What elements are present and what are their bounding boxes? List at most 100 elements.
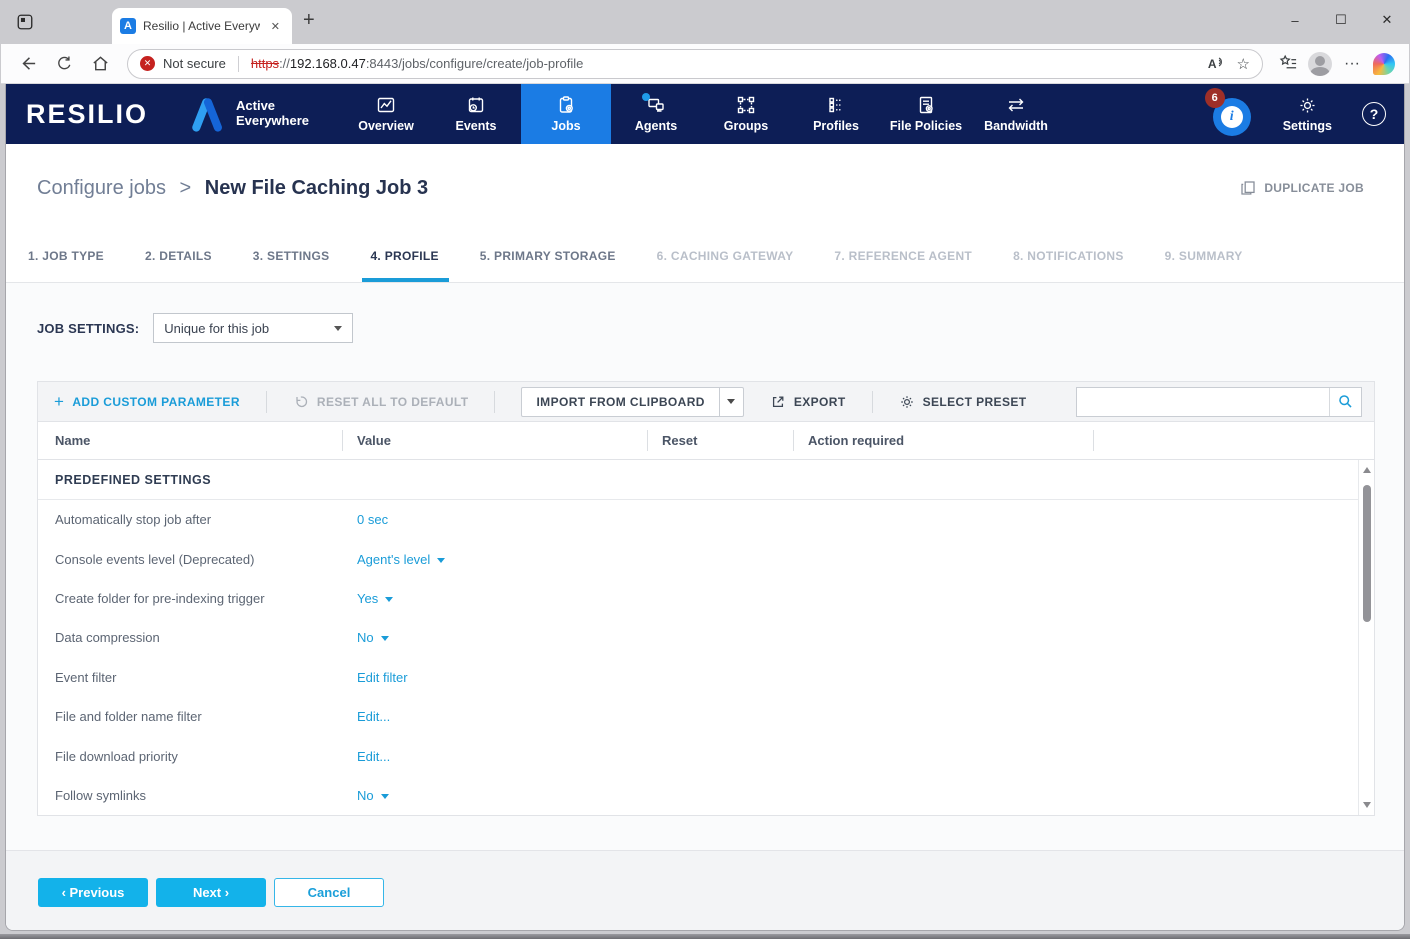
export-button[interactable]: EXPORT: [770, 394, 846, 410]
avatar-icon: [1308, 52, 1332, 76]
address-bar[interactable]: ✕ Not secure https://192.168.0.47:8443/j…: [127, 49, 1263, 79]
step-job-type[interactable]: 1. JOB TYPE: [28, 230, 104, 282]
maximize-button[interactable]: ☐: [1318, 0, 1364, 40]
parameter-value-cell: No: [342, 788, 1374, 803]
read-aloud-icon[interactable]: A: [1208, 57, 1225, 71]
profiles-icon: [826, 95, 846, 115]
favorites-bar-icon[interactable]: [1275, 51, 1301, 77]
step-primary-storage[interactable]: 5. PRIMARY STORAGE: [480, 230, 616, 282]
breadcrumb: Configure jobs > New File Caching Job 3: [37, 177, 428, 200]
toolbar-divider: [872, 391, 873, 413]
navbar-right: 6 i Settings ?: [1209, 90, 1404, 138]
tab-close-icon[interactable]: ✕: [267, 18, 284, 35]
column-header-reset: Reset: [647, 422, 793, 459]
address-bar-actions: A ☆: [1208, 55, 1250, 73]
next-button[interactable]: Next ›: [156, 878, 266, 907]
resilio-logo: RESILIO: [26, 99, 148, 130]
nav-item-events[interactable]: Events: [431, 84, 521, 144]
reset-all-button: RESET ALL TO DEFAULT: [293, 394, 469, 410]
refresh-icon[interactable]: [49, 49, 79, 79]
step-summary: 9. SUMMARY: [1165, 230, 1243, 282]
step-profile[interactable]: 4. PROFILE: [370, 230, 438, 282]
parameter-value-cell: Agent's level: [342, 552, 1374, 567]
notifications-button[interactable]: 6 i: [1209, 90, 1253, 138]
wizard-footer: ‹ Previous Next › Cancel: [6, 850, 1404, 930]
nav-item-settings[interactable]: Settings: [1283, 95, 1332, 133]
back-icon[interactable]: [13, 49, 43, 79]
previous-button[interactable]: ‹ Previous: [38, 878, 148, 907]
resilio-favicon-icon: A: [120, 18, 136, 34]
nav-item-overview[interactable]: Overview: [341, 84, 431, 144]
step-reference-agent: 7. REFERENCE AGENT: [834, 230, 972, 282]
new-tab-button[interactable]: +: [303, 9, 315, 32]
nav-item-bandwidth[interactable]: Bandwidth: [971, 84, 1061, 144]
parameter-value-link[interactable]: Yes: [357, 591, 393, 606]
parameter-value-link[interactable]: Edit...: [357, 709, 390, 724]
table-body-rows: Automatically stop job after0 secConsole…: [38, 500, 1374, 815]
parameter-name: Follow symlinks: [38, 788, 342, 803]
active-everywhere-mark-icon: [188, 96, 228, 132]
scroll-up-icon[interactable]: [1363, 467, 1371, 473]
overview-icon: [376, 95, 396, 115]
not-secure-label[interactable]: Not secure: [163, 56, 226, 71]
dropdown-caret-icon: [437, 558, 445, 563]
url-host: 192.168.0.47: [290, 56, 366, 71]
nav-item-file-policies[interactable]: File Policies: [881, 84, 971, 144]
import-dropdown-button[interactable]: [719, 388, 743, 416]
minimize-button[interactable]: –: [1272, 0, 1318, 40]
duplicate-job-button[interactable]: DUPLICATE JOB: [1240, 180, 1364, 196]
dropdown-caret-icon: [381, 636, 389, 641]
favorite-star-icon[interactable]: ☆: [1237, 55, 1250, 73]
parameter-name: File download priority: [38, 749, 342, 764]
parameter-value-link[interactable]: Edit...: [357, 749, 390, 764]
select-caret-icon: [334, 326, 342, 331]
parameter-value-link[interactable]: Edit filter: [357, 670, 408, 685]
step-settings[interactable]: 3. SETTINGS: [253, 230, 330, 282]
jobs-icon: [556, 95, 576, 115]
copilot-icon[interactable]: [1371, 51, 1397, 77]
add-custom-parameter-button[interactable]: + ADD CUSTOM PARAMETER: [54, 393, 240, 410]
table-scrollbar[interactable]: [1358, 460, 1374, 815]
parameter-value-link[interactable]: 0 sec: [357, 512, 388, 527]
step-details[interactable]: 2. DETAILS: [145, 230, 212, 282]
profile-avatar[interactable]: [1307, 51, 1333, 77]
import-from-clipboard-button[interactable]: IMPORT FROM CLIPBOARD: [521, 387, 743, 417]
url-text[interactable]: https://192.168.0.47:8443/jobs/configure…: [251, 56, 1200, 71]
parameter-name: Data compression: [38, 630, 342, 645]
tab-actions-menu-icon[interactable]: [16, 13, 34, 31]
parameter-value-link[interactable]: Agent's level: [357, 552, 445, 567]
parameters-table: + ADD CUSTOM PARAMETER RESET ALL TO DEFA…: [37, 381, 1375, 816]
parameter-value-cell: Yes: [342, 591, 1374, 606]
browser-menu-icon[interactable]: ···: [1339, 51, 1365, 77]
parameter-name: Automatically stop job after: [38, 512, 342, 527]
parameter-value-link[interactable]: No: [357, 788, 389, 803]
select-preset-button[interactable]: SELECT PRESET: [899, 394, 1027, 410]
notification-badge: 6: [1205, 88, 1225, 108]
active-everywhere-label: Active Everywhere: [236, 99, 309, 129]
nav-item-jobs[interactable]: Jobs: [521, 84, 611, 144]
page-header: Configure jobs > New File Caching Job 3 …: [6, 144, 1404, 230]
page-title: New File Caching Job 3: [205, 177, 428, 199]
resilio-app: RESILIO Active Everywhere Overview: [5, 84, 1405, 931]
nav-item-profiles[interactable]: Profiles: [791, 84, 881, 144]
job-settings-select[interactable]: Unique for this job: [153, 313, 353, 343]
breadcrumb-parent[interactable]: Configure jobs: [37, 177, 166, 199]
home-icon[interactable]: [85, 49, 115, 79]
browser-tab[interactable]: A Resilio | Active Everywhere ✕: [112, 8, 292, 44]
nav-item-groups[interactable]: Groups: [701, 84, 791, 144]
dropdown-caret-icon: [385, 597, 393, 602]
file-policies-icon: [916, 95, 936, 115]
table-row: Event filterEdit filter: [38, 658, 1374, 697]
parameter-value-cell: Edit...: [342, 709, 1374, 724]
nav-item-agents[interactable]: Agents: [611, 84, 701, 144]
preset-gear-icon: [899, 394, 915, 410]
help-icon[interactable]: ?: [1362, 102, 1386, 126]
close-button[interactable]: ✕: [1364, 0, 1410, 40]
parameter-value-link[interactable]: No: [357, 630, 389, 645]
scrollbar-thumb[interactable]: [1363, 485, 1371, 622]
reset-icon: [293, 394, 309, 410]
search-input[interactable]: [1077, 388, 1329, 416]
cancel-button[interactable]: Cancel: [274, 878, 384, 907]
search-icon[interactable]: [1329, 388, 1361, 416]
scroll-down-icon[interactable]: [1363, 802, 1371, 808]
